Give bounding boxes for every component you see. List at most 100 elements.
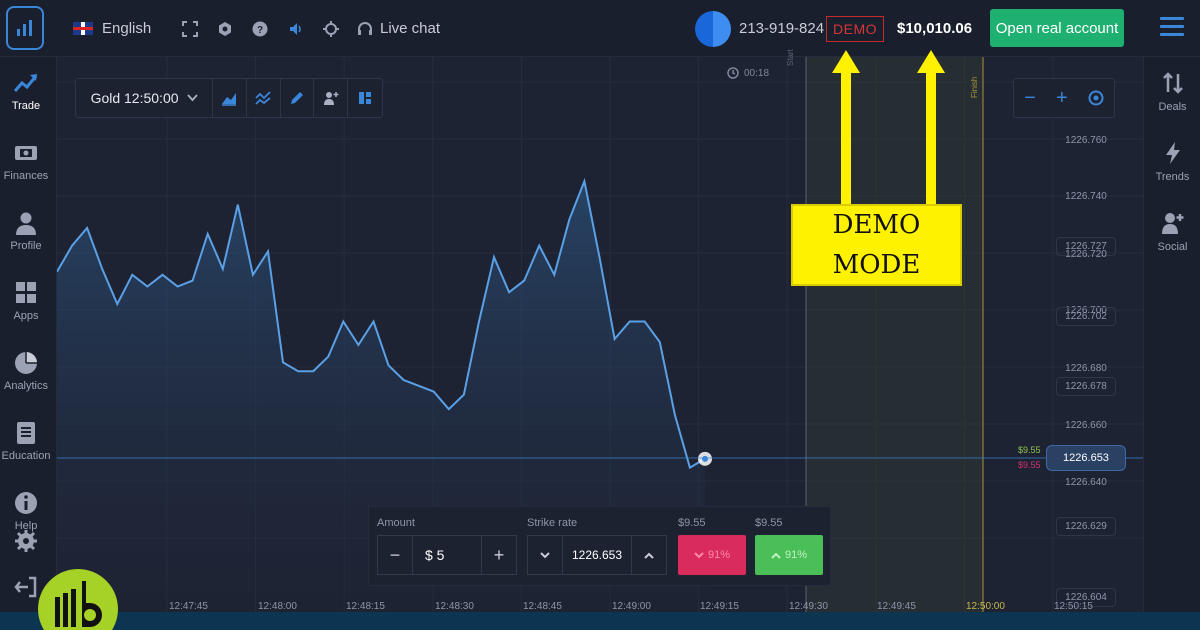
nav-help[interactable]: Help: [0, 491, 52, 532]
drawing-tools-button[interactable]: [281, 79, 315, 117]
down-percent: 91%: [707, 549, 731, 561]
price-tick: 1226.740: [1065, 191, 1107, 202]
nav-social-label: Social: [1157, 241, 1188, 253]
price-tick: 1226.680: [1065, 363, 1107, 374]
nav-trade-label: Trade: [11, 100, 41, 112]
clock-icon: [727, 67, 739, 79]
finish-label: Finish: [970, 76, 979, 98]
strike-label: Strike rate: [527, 517, 578, 529]
logout-icon: [14, 576, 37, 598]
buy-up-button[interactable]: 91%: [755, 535, 823, 575]
sell-down-button[interactable]: 91%: [678, 535, 746, 575]
annotation-arrows: [832, 50, 945, 205]
headset-icon: [358, 21, 372, 35]
language-label: English: [102, 20, 152, 37]
nav-education[interactable]: Education: [0, 421, 52, 462]
time-tick: 12:49:30: [789, 601, 828, 612]
price-tick: 1226.660: [1065, 420, 1107, 431]
chart-type-button[interactable]: [213, 79, 247, 117]
payout-up-label: $9.55: [1018, 445, 1041, 455]
layout-button[interactable]: [348, 79, 382, 117]
lightning-icon: [1165, 142, 1180, 164]
zoom-in-icon[interactable]: +: [1056, 87, 1068, 110]
time-tick: 12:48:00: [258, 601, 297, 612]
trade-panel: Amount Strike rate $9.55 $9.55 − $ 5 + 1…: [368, 506, 831, 586]
nav-social[interactable]: Social: [1144, 211, 1200, 253]
price-tick: 1226.760: [1065, 135, 1107, 146]
area-chart-icon: [222, 93, 237, 106]
chart-toolbar: Gold 12:50:00: [75, 78, 383, 118]
nav-profile[interactable]: Profile: [0, 211, 52, 252]
strike-input[interactable]: 1226.653: [562, 536, 632, 574]
price-tick: 1226.629: [1056, 517, 1116, 536]
live-chat-button[interactable]: Live chat: [357, 0, 440, 57]
strike-stepper: 1226.653: [527, 535, 667, 575]
left-sidebar: Trade Finances Profile Apps Analytics Ed…: [0, 57, 57, 630]
hamburger-menu-icon[interactable]: [1160, 17, 1184, 39]
uk-flag-icon: [73, 22, 93, 35]
amount-increase-button[interactable]: +: [482, 536, 516, 574]
nav-profile-label: Profile: [10, 240, 42, 252]
help-circle-icon[interactable]: ?: [250, 19, 270, 39]
social-trading-button[interactable]: [314, 79, 349, 117]
top-bar: English ? Live chat 213-919-824 DEMO $10…: [0, 0, 1200, 57]
strike-increase-button[interactable]: [632, 536, 666, 574]
price-tick: 1226.702: [1056, 307, 1116, 326]
annotation-line-2: MODE: [832, 250, 921, 280]
svg-text:?: ?: [257, 25, 263, 36]
target-icon[interactable]: [1088, 90, 1104, 106]
amount-label: Amount: [377, 517, 415, 529]
current-price-badge: 1226.653: [1046, 445, 1126, 471]
up-payout-label: $9.55: [755, 517, 783, 529]
fullscreen-icon[interactable]: [180, 19, 200, 39]
app-logo[interactable]: [6, 6, 44, 50]
user-icon: [16, 212, 36, 235]
price-tick: 1226.720: [1065, 249, 1107, 260]
nav-finances[interactable]: Finances: [0, 141, 52, 182]
up-percent: 91%: [784, 549, 808, 561]
settings-button[interactable]: [0, 529, 52, 558]
layout-icon: [359, 92, 372, 104]
sound-icon[interactable]: [286, 19, 306, 39]
time-tick: 12:48:45: [523, 601, 562, 612]
asset-label: Gold 12:50:00: [90, 90, 179, 106]
time-tick: 12:49:45: [877, 601, 916, 612]
right-sidebar: Deals Trends Social: [1143, 57, 1200, 630]
time-tick: 12:50:15: [1054, 601, 1093, 612]
nav-analytics[interactable]: Analytics: [0, 351, 52, 392]
gear-icon: [15, 530, 37, 552]
time-tick: 12:47:45: [169, 601, 208, 612]
chevron-down-icon: [540, 551, 550, 558]
swap-arrows-icon: [1162, 72, 1183, 94]
demo-badge[interactable]: DEMO: [826, 16, 884, 42]
time-tick: 12:50:00: [966, 601, 1005, 612]
price-tick: 1226.678: [1056, 377, 1116, 396]
time-tick: 12:48:30: [435, 601, 474, 612]
annotation-line-1: DEMO: [832, 210, 921, 240]
nav-deals-label: Deals: [1158, 101, 1187, 113]
user-plus-small-icon: [323, 92, 339, 105]
nav-analytics-label: Analytics: [3, 380, 49, 392]
crosshair-icon[interactable]: [321, 19, 341, 39]
amount-decrease-button[interactable]: −: [378, 536, 412, 574]
hexagon-icon[interactable]: [215, 19, 235, 39]
current-point-dot: [702, 455, 708, 462]
nav-apps[interactable]: Apps: [0, 281, 52, 322]
nav-trade[interactable]: Trade: [0, 71, 52, 112]
indicators-button[interactable]: [247, 79, 281, 117]
avatar[interactable]: [695, 11, 731, 47]
account-id: 213-919-824: [739, 20, 825, 37]
nav-trends[interactable]: Trends: [1144, 141, 1200, 183]
nav-deals[interactable]: Deals: [1144, 71, 1200, 113]
open-real-account-button[interactable]: Open real account: [990, 9, 1124, 47]
language-selector[interactable]: English: [73, 0, 151, 57]
asset-selector[interactable]: Gold 12:50:00: [76, 79, 214, 117]
timer-value: 00:18: [744, 67, 770, 79]
live-chat-label: Live chat: [380, 20, 441, 37]
logo-icon: [17, 20, 32, 36]
arrow-up-icon: [917, 50, 945, 205]
chevron-down-icon: [186, 94, 198, 102]
amount-input[interactable]: $ 5: [412, 536, 482, 574]
strike-decrease-button[interactable]: [528, 536, 562, 574]
zoom-out-icon[interactable]: −: [1024, 87, 1036, 110]
